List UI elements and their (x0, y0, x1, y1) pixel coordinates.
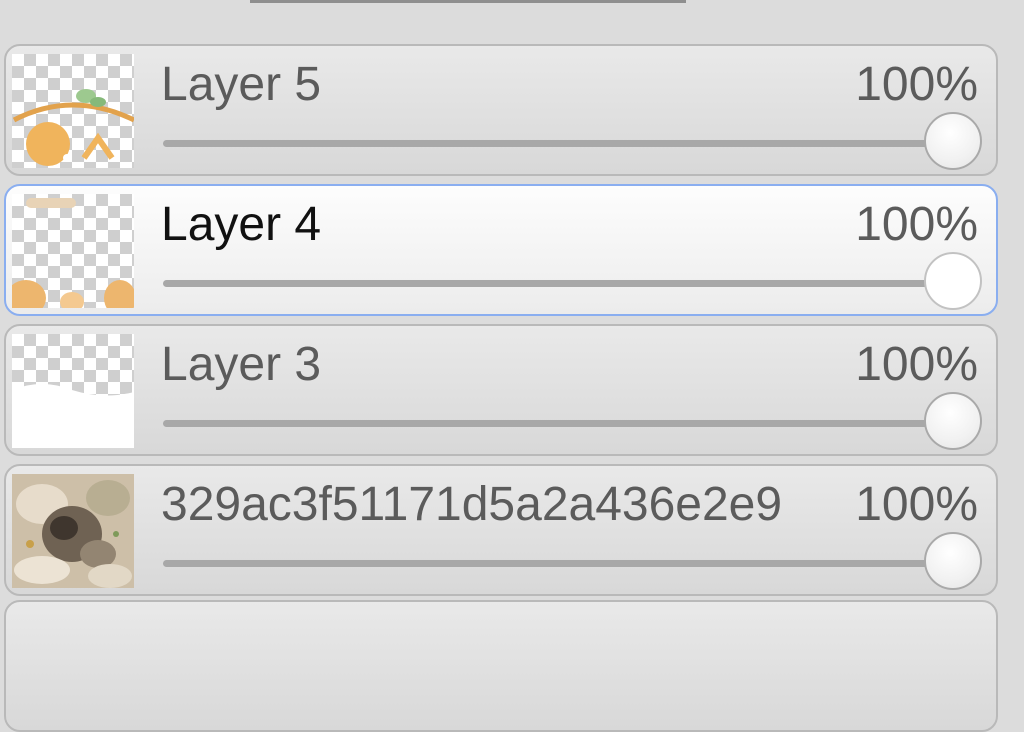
layer-thumbnail (12, 194, 134, 308)
opacity-value: 100% (855, 198, 978, 251)
orange-drawing-thumbnail-icon (12, 89, 134, 166)
layer-row-photo[interactable]: 329ac3f51171d5a2a436e2e9 100% (4, 464, 998, 596)
opacity-slider-track[interactable] (163, 560, 953, 567)
opacity-slider-handle[interactable] (924, 532, 982, 590)
panel-top-divider (250, 0, 686, 3)
layer-name[interactable]: Layer 3 (161, 336, 831, 394)
opacity-slider-track[interactable] (163, 280, 953, 287)
layer-thumbnail (12, 334, 134, 448)
opacity-slider-handle[interactable] (924, 392, 982, 450)
opacity-value: 100% (855, 338, 978, 391)
layer-name[interactable]: Layer 5 (161, 56, 831, 114)
layer-row-next[interactable] (4, 600, 998, 732)
layer-name[interactable]: 329ac3f51171d5a2a436e2e9 (161, 476, 831, 534)
opacity-slider-track[interactable] (163, 420, 953, 427)
opacity-slider-handle[interactable] (924, 252, 982, 310)
opacity-value: 100% (855, 58, 978, 111)
photo-thumbnail-icon (12, 474, 134, 588)
layer-name[interactable]: Layer 4 (161, 196, 831, 254)
layer-row-layer-5[interactable]: Layer 5 100% (4, 44, 998, 176)
opacity-slider-track[interactable] (163, 140, 953, 147)
opacity-slider-handle[interactable] (924, 112, 982, 170)
orange-blobs-thumbnail-icon (12, 198, 134, 308)
layer-row-layer-4[interactable]: Layer 4 100% (4, 184, 998, 316)
layer-thumbnail (12, 54, 134, 168)
white-fill-thumbnail-icon (12, 384, 134, 448)
opacity-value: 100% (855, 478, 978, 531)
layer-row-layer-3[interactable]: Layer 3 100% (4, 324, 998, 456)
layer-thumbnail (12, 474, 134, 588)
